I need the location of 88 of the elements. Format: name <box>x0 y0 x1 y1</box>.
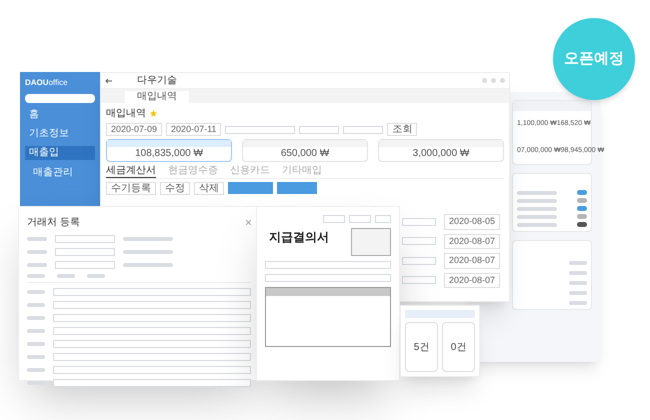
open-soon-badge: 오픈예정 <box>553 18 635 100</box>
toolbar-button[interactable]: 수정 <box>160 182 190 195</box>
page-title: 매입내역 <box>106 107 146 120</box>
sidebar-section[interactable]: 매출관리 <box>25 165 95 180</box>
placeholder-line <box>27 368 45 372</box>
placeholder-line <box>27 274 45 278</box>
placeholder-line <box>569 291 587 295</box>
input-field[interactable] <box>402 237 436 246</box>
document-title: 지급결의서 <box>268 229 329 246</box>
summary-card[interactable]: 108,835,000 ₩ <box>106 139 232 162</box>
input-field[interactable] <box>52 314 251 322</box>
summary-amount: 108,835,000 ₩ <box>134 147 204 161</box>
placeholder-line <box>57 274 75 278</box>
close-icon[interactable] <box>246 220 251 225</box>
input-field[interactable] <box>52 327 251 335</box>
input-field[interactable] <box>299 126 340 134</box>
placeholder-line <box>123 250 173 254</box>
date-field[interactable]: 2020-08-07 <box>444 272 500 288</box>
content-tab[interactable]: 세금계산서 <box>106 165 156 178</box>
sidebar-item[interactable]: 홈 <box>25 108 95 122</box>
date-field[interactable]: 2020-08-05 <box>444 214 500 230</box>
input-field[interactable] <box>225 126 296 134</box>
placeholder-line <box>27 355 45 359</box>
logo: DAOUoffice <box>25 77 69 89</box>
summary-card[interactable]: 650,000 ₩ <box>242 139 368 162</box>
placeholder-line <box>27 316 45 320</box>
action-button[interactable] <box>277 182 317 194</box>
input-field[interactable] <box>55 261 115 269</box>
input-field[interactable] <box>55 248 115 256</box>
date-field[interactable]: 2020-07-11 <box>166 123 222 136</box>
placeholder-line <box>27 250 47 254</box>
toolbar-button[interactable]: 삭제 <box>194 182 224 195</box>
company-title[interactable]: 다우기술 <box>137 73 177 88</box>
summary-amount: 3,000,000 ₩ <box>412 147 470 161</box>
star-icon[interactable] <box>150 110 157 117</box>
summary-card[interactable]: 3,000,000 ₩ <box>378 139 504 162</box>
date-field[interactable]: 2020-08-07 <box>444 253 500 268</box>
input-field[interactable] <box>52 366 251 374</box>
date-field[interactable]: 2020-08-07 <box>444 234 500 249</box>
input-field[interactable] <box>402 218 436 226</box>
input-field[interactable] <box>52 353 251 361</box>
input-field[interactable] <box>55 235 115 243</box>
placeholder-line <box>27 329 45 333</box>
placeholder-line <box>27 303 45 307</box>
placeholder-line <box>517 206 557 210</box>
input-field[interactable] <box>349 215 371 223</box>
placeholder-line <box>517 214 557 218</box>
input-field[interactable] <box>323 215 345 223</box>
input-field[interactable] <box>52 288 251 296</box>
input-field[interactable] <box>343 126 384 134</box>
placeholder-line <box>27 342 45 346</box>
input-field[interactable] <box>402 276 436 284</box>
search-button[interactable]: 조회 <box>387 123 418 136</box>
placeholder-line <box>517 190 557 194</box>
placeholder-line <box>517 222 557 226</box>
sidebar-item[interactable]: 매출입 <box>25 146 95 160</box>
summary-amount: 650,000 ₩ <box>280 147 330 161</box>
sidebar-item[interactable]: 기초정보 <box>25 127 95 141</box>
placeholder-line <box>87 274 105 278</box>
search-field[interactable] <box>25 94 95 103</box>
window-dots-icon <box>482 78 505 83</box>
input-field[interactable] <box>402 256 436 265</box>
input-field[interactable] <box>375 215 391 223</box>
toolbar-button[interactable]: 수기등록 <box>106 182 156 195</box>
count-text: 5건 <box>414 340 430 354</box>
page-tab[interactable]: 매입내역 <box>125 91 189 103</box>
placeholder-line <box>27 237 47 241</box>
back-arrow-icon[interactable] <box>105 78 113 84</box>
date-field[interactable]: 2020-07-09 <box>106 123 162 136</box>
input-field[interactable] <box>265 261 391 269</box>
placeholder-line <box>569 261 587 265</box>
placeholder-line <box>123 237 173 241</box>
input-field[interactable] <box>52 301 251 309</box>
placeholder-line <box>27 263 47 267</box>
placeholder-line <box>123 263 173 267</box>
placeholder-line <box>517 198 557 202</box>
dialog-title: 거래처 등록 <box>27 216 80 230</box>
input-field[interactable] <box>52 379 251 387</box>
header-bar <box>405 310 475 318</box>
placeholder-line <box>569 281 587 285</box>
action-button[interactable] <box>228 182 273 194</box>
placeholder-line <box>569 271 587 275</box>
input-field[interactable] <box>52 340 251 348</box>
placeholder-line <box>569 301 587 305</box>
approval-stamp-box <box>351 228 391 256</box>
input-field[interactable] <box>265 274 391 282</box>
count-text: 0건 <box>450 340 466 354</box>
placeholder-line <box>27 290 45 294</box>
